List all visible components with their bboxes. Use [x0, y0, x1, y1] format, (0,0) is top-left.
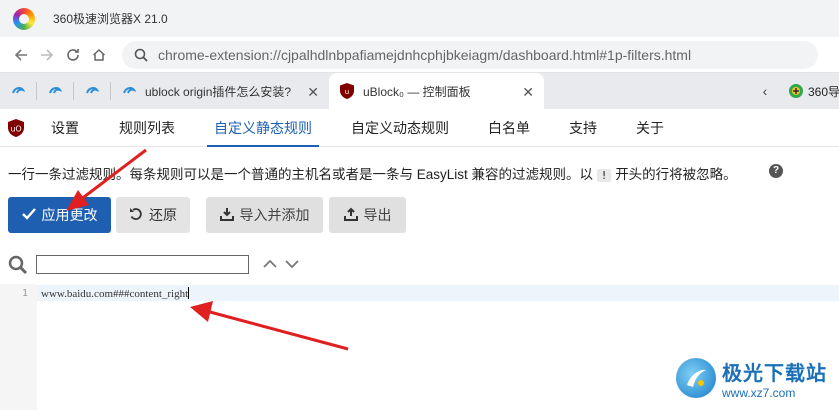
browser-title-bar: 360极速浏览器X 21.0: [0, 0, 839, 37]
tab-settings[interactable]: 设置: [42, 109, 88, 147]
url-field[interactable]: chrome-extension://cjpalhdlnbpafiamejdnh…: [122, 40, 818, 69]
search-icon: [132, 46, 150, 64]
editor-line[interactable]: www.baidu.com###content_right: [37, 285, 839, 301]
line-number: 1: [21, 288, 28, 299]
watermark-cn: 极光下载站: [722, 362, 827, 385]
tab-favicon-icon: [788, 83, 804, 99]
import-append-button[interactable]: 导入并添加: [206, 197, 323, 233]
tab-360-nav[interactable]: 360导: [788, 73, 839, 109]
tab-whitelist[interactable]: 白名单: [481, 109, 537, 147]
description-text-end: 开头的行将被忽略。: [615, 167, 737, 182]
watermark-text: 极光下载站 www.xz7.com: [722, 357, 827, 400]
search-input[interactable]: [36, 255, 249, 274]
filters-description: 一行一条过滤规则。每条规则可以是一个普通的主机名或者是一条与 EasyList …: [8, 163, 737, 183]
description-mark: !: [596, 169, 612, 182]
import-icon: [219, 207, 234, 224]
find-previous-icon[interactable]: [262, 255, 278, 273]
find-next-icon[interactable]: [284, 255, 300, 273]
tab-favicon-icon: [121, 83, 137, 99]
url-text: chrome-extension://cjpalhdlnbpafiamejdnh…: [158, 46, 692, 63]
filter-rule-text: www.baidu.com###content_right: [41, 287, 190, 300]
tab-ublock-install[interactable]: ublock origin插件怎么安装? ✕: [111, 73, 329, 109]
tab-label: 360导: [808, 84, 839, 99]
browser-title: 360极速浏览器X 21.0: [53, 12, 168, 26]
back-icon[interactable]: [8, 42, 34, 68]
ublock-icon: u: [339, 83, 355, 99]
tab-label: ublock origin插件怎么安装?: [145, 84, 292, 99]
help-icon[interactable]: ?: [769, 164, 783, 178]
watermark-logo-icon: [676, 358, 716, 398]
revert-button[interactable]: 还原: [116, 197, 190, 233]
ublock-logo-icon: uO: [8, 119, 24, 137]
export-label: 导出: [363, 207, 392, 223]
address-bar-row: chrome-extension://cjpalhdlnbpafiamejdnh…: [0, 37, 839, 73]
revert-label: 还原: [149, 207, 177, 223]
watermark: 极光下载站 www.xz7.com: [676, 353, 836, 403]
tab-label: uBlock₀ — 控制面板: [363, 84, 471, 99]
ublock-nav: uO 设置 规则列表 自定义静态规则 自定义动态规则 白名单 支持 关于: [0, 109, 839, 147]
close-icon[interactable]: ✕: [307, 84, 319, 101]
tab-pinned-3[interactable]: [74, 73, 110, 109]
tab-support[interactable]: 支持: [562, 109, 604, 147]
home-icon[interactable]: [86, 42, 112, 68]
svg-text:uO: uO: [10, 125, 21, 134]
svg-text:u: u: [345, 88, 349, 96]
tab-about[interactable]: 关于: [629, 109, 671, 147]
filter-rule-value: www.baidu.com###content_right: [41, 288, 189, 300]
watermark-en: www.xz7.com: [722, 385, 796, 400]
tab-ublock-dashboard[interactable]: u uBlock₀ — 控制面板 ✕: [329, 73, 544, 109]
undo-icon: [129, 207, 143, 224]
text-cursor: [188, 287, 190, 299]
tab-favicon-icon: [84, 83, 100, 99]
tab-pinned-2[interactable]: [37, 73, 73, 109]
tab-my-rules[interactable]: 自定义动态规则: [344, 109, 456, 147]
reload-icon[interactable]: [60, 42, 86, 68]
export-icon: [343, 207, 358, 224]
apply-changes-label: 应用更改: [41, 207, 98, 223]
tab-favicon-icon: [10, 83, 26, 99]
forward-icon[interactable]: [34, 42, 60, 68]
import-append-label: 导入并添加: [239, 207, 310, 223]
tab-favicon-icon: [47, 83, 63, 99]
tab-my-filters[interactable]: 自定义静态规则: [207, 109, 319, 147]
export-button[interactable]: 导出: [329, 197, 406, 233]
search-icon: [8, 255, 28, 275]
tab-scroll-left-icon[interactable]: ‹: [754, 73, 776, 109]
close-icon[interactable]: ✕: [522, 84, 534, 101]
editor-gutter: 1: [0, 284, 37, 410]
description-text: 一行一条过滤规则。每条规则可以是一个普通的主机名或者是一条与 EasyList …: [8, 167, 594, 182]
browser-logo-icon: [13, 7, 35, 30]
tab-filter-lists[interactable]: 规则列表: [112, 109, 182, 147]
tab-strip: ublock origin插件怎么安装? ✕ u uBlock₀ — 控制面板 …: [0, 73, 839, 109]
check-icon: [21, 207, 36, 223]
apply-changes-button[interactable]: 应用更改: [8, 197, 111, 233]
tab-pinned-1[interactable]: [0, 73, 36, 109]
